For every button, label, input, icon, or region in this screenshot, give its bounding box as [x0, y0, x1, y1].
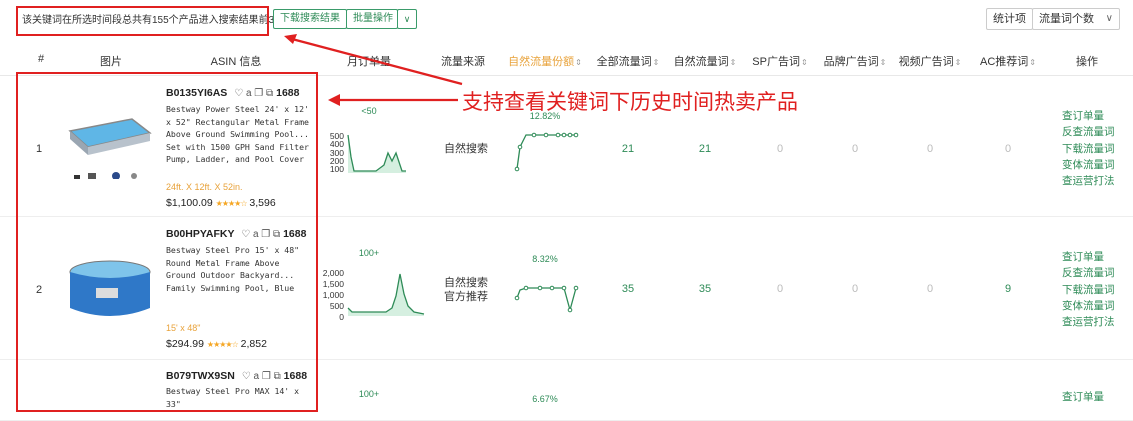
- brand-keywords-count: 0: [851, 283, 859, 295]
- summary-highlight-box: [16, 6, 269, 36]
- ac-keywords-count: 0: [1004, 143, 1012, 155]
- y-tick: 100: [329, 164, 344, 174]
- col-natural-share-label: 自然流量份额: [508, 56, 575, 68]
- check-orders-link[interactable]: 查订单量: [1062, 389, 1104, 405]
- col-video-keywords-label: 视频广告词: [898, 56, 954, 68]
- col-video-keywords[interactable]: 视频广告词⇕: [899, 53, 962, 69]
- y-tick: 500: [329, 301, 344, 311]
- sort-icon[interactable]: ⇕: [653, 58, 660, 67]
- col-natural-keywords-label: 自然流量词: [673, 56, 729, 68]
- operation-strategy-link[interactable]: 查运营打法: [1062, 173, 1115, 189]
- check-orders-link[interactable]: 查订单量: [1062, 108, 1115, 124]
- check-orders-link[interactable]: 查订单量: [1062, 249, 1115, 265]
- col-ac-keywords[interactable]: AC推荐词⇕: [980, 53, 1036, 69]
- natural-keywords-count[interactable]: 21: [699, 143, 711, 155]
- traffic-source: 自然搜索 官方推荐: [444, 276, 488, 304]
- row-operations: 查订单量: [1062, 389, 1104, 405]
- col-index: #: [37, 53, 45, 65]
- col-sp-keywords-label: SP广告词: [752, 56, 800, 68]
- brand-keywords-count: 0: [851, 143, 859, 155]
- download-results-button[interactable]: 下载搜索结果: [273, 9, 347, 29]
- col-sp-keywords[interactable]: SP广告词⇕: [752, 53, 807, 69]
- download-keywords-link[interactable]: 下载流量词: [1062, 141, 1115, 157]
- stat-item-label: 统计项: [986, 8, 1033, 30]
- batch-operation-button[interactable]: 批量操作: [346, 9, 398, 29]
- operation-strategy-link[interactable]: 查运营打法: [1062, 314, 1115, 330]
- y-tick: 0: [339, 312, 344, 322]
- col-natural-keywords[interactable]: 自然流量词⇕: [674, 53, 737, 69]
- download-keywords-link[interactable]: 下载流量词: [1062, 282, 1115, 298]
- col-operations: 操作: [1076, 56, 1098, 68]
- col-all-keywords[interactable]: 全部流量词⇕: [597, 53, 660, 69]
- sort-icon[interactable]: ⇕: [955, 58, 962, 67]
- sort-icon[interactable]: ⇕: [1029, 58, 1036, 67]
- col-traffic-source: 流量来源: [441, 56, 485, 68]
- orders-sparkline: [347, 134, 406, 173]
- natural-share-value: 8.32%: [532, 254, 558, 264]
- natural-keywords-count[interactable]: 35: [699, 283, 711, 295]
- sp-keywords-count: 0: [776, 143, 784, 155]
- col-monthly-orders[interactable]: 月订单量: [347, 53, 391, 69]
- variant-keywords-link[interactable]: 变体流量词: [1062, 298, 1115, 314]
- batch-dropdown-chevron-icon[interactable]: ∨: [397, 9, 417, 29]
- reverse-keywords-link[interactable]: 反查流量词: [1062, 265, 1115, 281]
- y-tick: 1,000: [322, 290, 344, 300]
- sort-icon[interactable]: ⇕: [801, 58, 808, 67]
- sp-keywords-count: 0: [776, 283, 784, 295]
- all-keywords-count[interactable]: 21: [622, 143, 634, 155]
- col-brand-keywords[interactable]: 品牌广告词⇕: [824, 53, 887, 69]
- chevron-down-icon: ∨: [1105, 13, 1113, 24]
- y-tick: 2,000: [322, 268, 344, 278]
- traffic-source: 自然搜索: [444, 142, 488, 156]
- reverse-keywords-link[interactable]: 反查流量词: [1062, 124, 1115, 140]
- orders-sparkline: [347, 273, 425, 316]
- ac-keywords-count[interactable]: 9: [1005, 283, 1011, 295]
- monthly-orders-label: 100+: [358, 389, 380, 399]
- share-sparkline: [514, 285, 579, 313]
- col-ac-keywords-label: AC推荐词: [980, 56, 1029, 68]
- all-keywords-count[interactable]: 35: [622, 283, 634, 295]
- sort-icon[interactable]: ⇕: [880, 58, 887, 67]
- col-asin: ASIN 信息: [210, 56, 262, 68]
- annotation-text: 支持查看关键词下历史时间热卖产品: [462, 90, 798, 114]
- natural-share-value: 6.67%: [532, 394, 558, 404]
- traffic-source-item: 自然搜索: [444, 143, 488, 155]
- products-highlight-box: [16, 72, 318, 412]
- col-all-keywords-label: 全部流量词: [596, 56, 652, 68]
- variant-keywords-link[interactable]: 变体流量词: [1062, 157, 1115, 173]
- video-keywords-count: 0: [926, 143, 934, 155]
- stat-item-select[interactable]: 流量词个数 ∨: [1032, 8, 1120, 30]
- row-operations: 查订单量 反查流量词 下载流量词 变体流量词 查运营打法: [1062, 108, 1115, 189]
- share-sparkline: [514, 132, 579, 172]
- stat-item-value: 流量词个数: [1039, 13, 1094, 25]
- monthly-orders-label: <50: [361, 106, 377, 116]
- traffic-source-item: 官方推荐: [444, 291, 488, 303]
- y-tick: 1,500: [322, 279, 344, 289]
- col-natural-share[interactable]: 自然流量份额⇕: [508, 53, 582, 69]
- sort-icon[interactable]: ⇕: [575, 58, 582, 67]
- video-keywords-count: 0: [926, 283, 934, 295]
- monthly-orders-label: 100+: [358, 248, 380, 258]
- sort-icon[interactable]: ⇕: [730, 58, 737, 67]
- row-operations: 查订单量 反查流量词 下载流量词 变体流量词 查运营打法: [1062, 249, 1115, 330]
- col-image: 图片: [100, 56, 122, 68]
- traffic-source-item: 自然搜索: [444, 277, 488, 289]
- col-brand-keywords-label: 品牌广告词: [823, 56, 879, 68]
